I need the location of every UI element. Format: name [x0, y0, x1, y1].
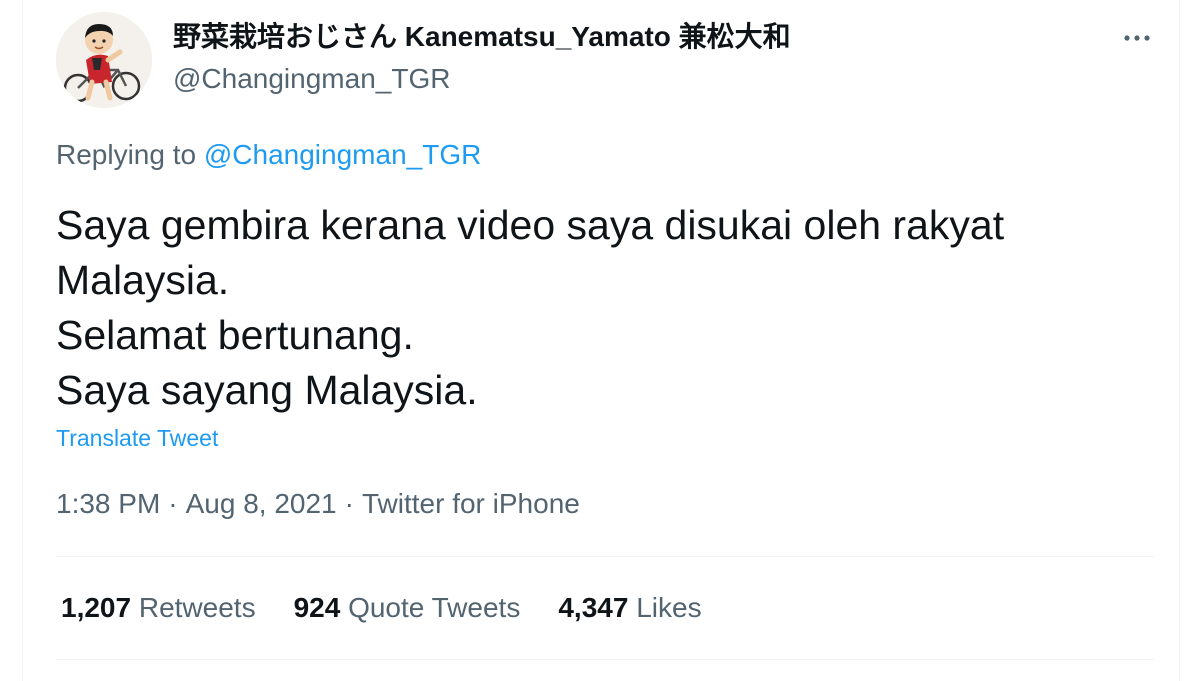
quote-tweets-stat[interactable]: 924 Quote Tweets	[294, 588, 521, 628]
replying-to: Replying to @Changingman_TGR	[56, 136, 481, 174]
tweet-text-line: Selamat bertunang.	[56, 312, 414, 358]
likes-count: 4,347	[558, 592, 629, 623]
likes-label: Likes	[636, 592, 702, 623]
retweets-stat[interactable]: 1,207 Retweets	[61, 588, 256, 628]
tweet-text-line: Saya gembira kerana video saya disukai o…	[56, 202, 1005, 248]
quote-tweets-count: 924	[293, 592, 341, 623]
retweets-count: 1,207	[61, 592, 132, 623]
tweet-text: Saya gembira kerana video saya disukai o…	[56, 198, 1146, 418]
tweet-meta: 1:38 PM · Aug 8, 2021 · Twitter for iPhone	[56, 484, 580, 524]
reply-mention-link[interactable]: @Changingman_TGR	[204, 139, 481, 170]
divider	[56, 556, 1155, 557]
author-display-name[interactable]: 野菜栽培おじさん Kanematsu_Yamato 兼松大和	[173, 18, 791, 56]
replying-to-prefix: Replying to	[56, 139, 197, 170]
retweets-label: Retweets	[138, 592, 256, 623]
tweet-text-line: Malaysia.	[56, 257, 230, 303]
author-avatar[interactable]	[56, 12, 152, 108]
more-options-button[interactable]	[1117, 20, 1157, 56]
more-options-icon	[1124, 35, 1150, 41]
tweet-text-line: Saya sayang Malaysia.	[56, 367, 478, 413]
tweet-stats: 1,207 Retweets 924 Quote Tweets 4,347 Li…	[61, 588, 702, 628]
tweet-time[interactable]: 1:38 PM	[56, 488, 160, 519]
translate-tweet-link[interactable]: Translate Tweet	[56, 422, 218, 454]
likes-stat[interactable]: 4,347 Likes	[558, 588, 701, 628]
tweet-card: 野菜栽培おじさん Kanematsu_Yamato 兼松大和 @Changing…	[22, 0, 1180, 681]
meta-separator: ·	[168, 488, 178, 519]
tweet-date[interactable]: Aug 8, 2021	[186, 488, 337, 519]
divider	[56, 659, 1155, 660]
meta-separator: ·	[344, 488, 354, 519]
quote-tweets-label: Quote Tweets	[348, 592, 521, 623]
tweet-source[interactable]: Twitter for iPhone	[362, 488, 580, 519]
author-handle[interactable]: @Changingman_TGR	[173, 60, 450, 98]
cyclist-avatar-icon	[56, 12, 152, 108]
